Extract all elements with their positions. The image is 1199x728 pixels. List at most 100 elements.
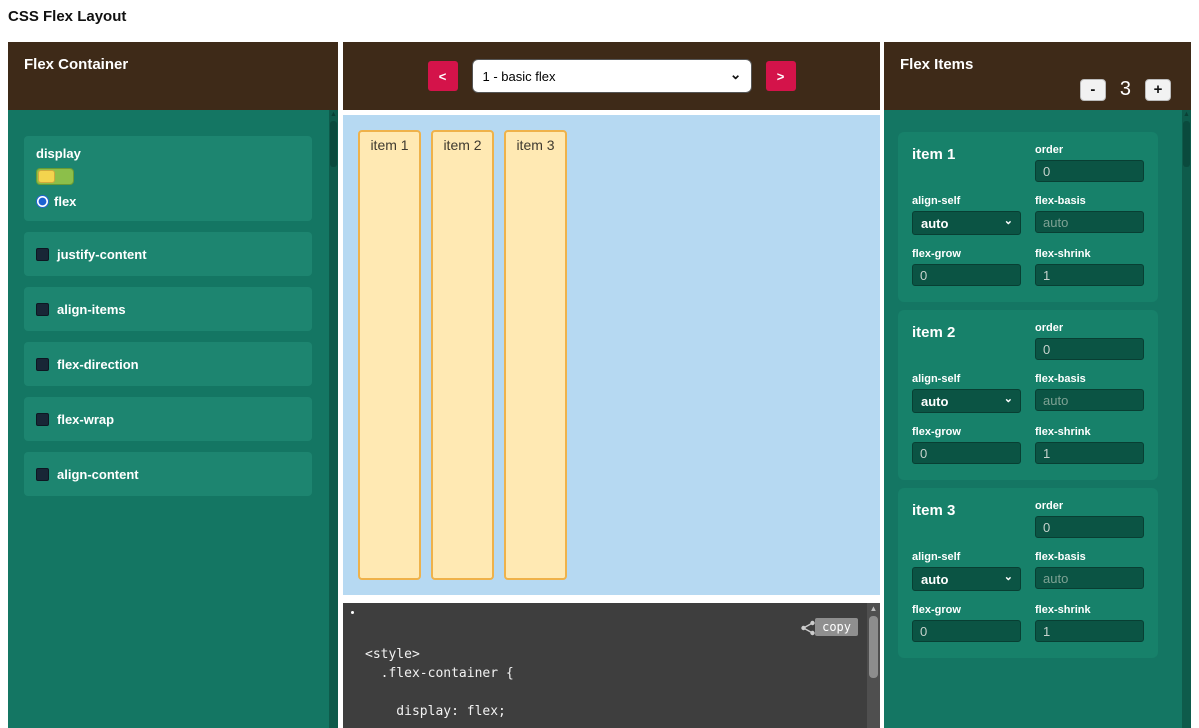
item-card-2: item 2 order align-self auto ⌄ flex-basi… <box>898 310 1158 480</box>
flex-wrap-checkbox[interactable] <box>36 413 49 426</box>
order-label: order <box>1035 500 1144 512</box>
item-2-flex-shrink-field: flex-shrink <box>1035 426 1144 464</box>
code-cursor-dot <box>351 611 354 614</box>
item-3-order-input[interactable] <box>1035 516 1144 538</box>
flex-grow-label: flex-grow <box>912 426 1021 438</box>
display-flex-radio-row[interactable]: flex <box>36 194 300 209</box>
prev-example-button[interactable]: < <box>428 61 458 91</box>
item-1-flex-basis-input[interactable] <box>1035 211 1144 233</box>
item-3-title: item 3 <box>912 500 1021 538</box>
item-1-flex-basis-field: flex-basis <box>1035 195 1144 235</box>
flex-basis-label: flex-basis <box>1035 551 1144 563</box>
item-2-order-field: order <box>1035 322 1144 360</box>
flex-grow-label: flex-grow <box>912 604 1021 616</box>
example-select[interactable]: 1 - basic flex <box>472 59 752 93</box>
flex-items-header: Flex Items - 3 + <box>884 42 1191 110</box>
item-2-title: item 2 <box>912 322 1021 360</box>
item-3-flex-basis-input[interactable] <box>1035 567 1144 589</box>
left-panel-scrollbar[interactable]: ▲ <box>329 110 338 728</box>
flex-direction-checkbox[interactable] <box>36 358 49 371</box>
item-3-flex-grow-field: flex-grow <box>912 604 1021 642</box>
flex-direction-label: flex-direction <box>57 357 139 372</box>
scroll-up-icon[interactable]: ▲ <box>329 110 338 120</box>
item-1-align-self-select[interactable]: auto <box>912 211 1021 235</box>
share-icon[interactable] <box>800 620 816 636</box>
flex-item-2: item 2 <box>431 130 494 580</box>
display-flex-radio[interactable] <box>36 195 49 208</box>
align-self-label: align-self <box>912 373 1021 385</box>
property-row-align-content[interactable]: align-content <box>24 452 312 496</box>
scrollbar-thumb[interactable] <box>1183 121 1190 167</box>
flex-container-header: Flex Container <box>8 42 338 110</box>
property-row-flex-direction[interactable]: flex-direction <box>24 342 312 386</box>
flex-item-3: item 3 <box>504 130 567 580</box>
order-label: order <box>1035 144 1144 156</box>
flex-container-title: Flex Container <box>24 56 128 73</box>
item-count: 3 <box>1120 78 1131 101</box>
align-content-checkbox[interactable] <box>36 468 49 481</box>
toggle-knob-icon <box>38 170 55 183</box>
flex-items-title: Flex Items <box>900 56 973 73</box>
item-3-flex-shrink-input[interactable] <box>1035 620 1144 642</box>
copy-button[interactable]: copy <box>815 618 858 636</box>
item-card-1: item 1 order align-self auto ⌄ flex-basi… <box>898 132 1158 302</box>
right-panel-scrollbar[interactable]: ▲ <box>1182 110 1191 728</box>
flex-items-body: item 1 order align-self auto ⌄ flex-basi… <box>884 110 1191 728</box>
example-select-wrap: 1 - basic flex ⌄ <box>472 59 752 93</box>
item-1-flex-shrink-input[interactable] <box>1035 264 1144 286</box>
code-text: <style> .flex-container { display: flex; <box>365 645 514 721</box>
display-control-box: display flex <box>24 136 312 221</box>
item-1-order-input[interactable] <box>1035 160 1144 182</box>
flex-basis-label: flex-basis <box>1035 373 1144 385</box>
item-2-align-self-field: align-self auto ⌄ <box>912 373 1021 413</box>
item-3-order-field: order <box>1035 500 1144 538</box>
item-count-controls: - 3 + <box>1080 78 1171 101</box>
display-toggle[interactable] <box>36 168 74 185</box>
item-3-align-self-field: align-self auto ⌄ <box>912 551 1021 591</box>
align-items-label: align-items <box>57 302 126 317</box>
display-label: display <box>36 146 300 161</box>
flex-item-1: item 1 <box>358 130 421 580</box>
flex-shrink-label: flex-shrink <box>1035 604 1144 616</box>
align-content-label: align-content <box>57 467 139 482</box>
display-flex-radio-label: flex <box>54 194 76 209</box>
property-row-flex-wrap[interactable]: flex-wrap <box>24 397 312 441</box>
align-self-label: align-self <box>912 551 1021 563</box>
justify-content-checkbox[interactable] <box>36 248 49 261</box>
scrollbar-thumb[interactable] <box>869 616 878 678</box>
property-row-align-items[interactable]: align-items <box>24 287 312 331</box>
item-2-align-self-wrap: auto ⌄ <box>912 389 1021 413</box>
item-2-flex-grow-input[interactable] <box>912 442 1021 464</box>
item-3-flex-grow-input[interactable] <box>912 620 1021 642</box>
item-1-align-self-field: align-self auto ⌄ <box>912 195 1021 235</box>
order-label: order <box>1035 322 1144 334</box>
flex-wrap-label: flex-wrap <box>57 412 114 427</box>
item-1-flex-grow-input[interactable] <box>912 264 1021 286</box>
add-item-button[interactable]: + <box>1145 79 1171 101</box>
item-2-order-input[interactable] <box>1035 338 1144 360</box>
flex-grow-label: flex-grow <box>912 248 1021 260</box>
flex-container-panel: Flex Container display flex justify-cont… <box>8 42 338 728</box>
flex-shrink-label: flex-shrink <box>1035 248 1144 260</box>
page-title: CSS Flex Layout <box>8 8 126 25</box>
item-1-flex-shrink-field: flex-shrink <box>1035 248 1144 286</box>
item-1-title: item 1 <box>912 144 1021 182</box>
align-items-checkbox[interactable] <box>36 303 49 316</box>
scroll-up-icon[interactable]: ▲ <box>867 603 880 615</box>
property-row-justify-content[interactable]: justify-content <box>24 232 312 276</box>
scroll-up-icon[interactable]: ▲ <box>1182 110 1191 120</box>
item-3-align-self-wrap: auto ⌄ <box>912 567 1021 591</box>
flex-items-panel: Flex Items - 3 + item 1 order align-self… <box>884 42 1191 728</box>
item-2-flex-basis-input[interactable] <box>1035 389 1144 411</box>
remove-item-button[interactable]: - <box>1080 79 1106 101</box>
item-2-flex-shrink-input[interactable] <box>1035 442 1144 464</box>
scrollbar-thumb[interactable] <box>330 121 337 167</box>
item-2-align-self-select[interactable]: auto <box>912 389 1021 413</box>
code-scrollbar[interactable]: ▲ <box>867 603 880 728</box>
item-1-align-self-wrap: auto ⌄ <box>912 211 1021 235</box>
next-example-button[interactable]: > <box>766 61 796 91</box>
item-2-flex-basis-field: flex-basis <box>1035 373 1144 413</box>
item-2-flex-grow-field: flex-grow <box>912 426 1021 464</box>
item-3-align-self-select[interactable]: auto <box>912 567 1021 591</box>
item-1-flex-grow-field: flex-grow <box>912 248 1021 286</box>
